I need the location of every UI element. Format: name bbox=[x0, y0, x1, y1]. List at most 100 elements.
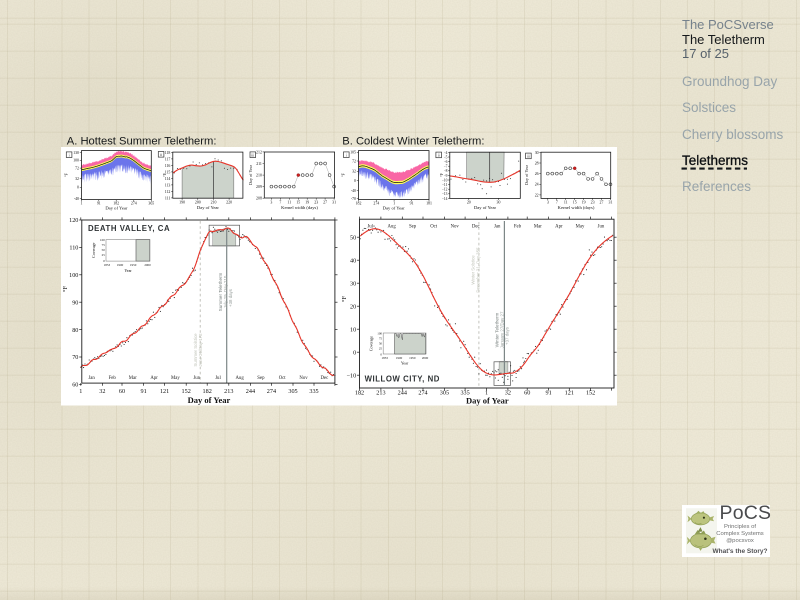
svg-text:28: 28 bbox=[535, 161, 539, 165]
svg-text:Jun: Jun bbox=[193, 376, 200, 381]
svg-text:32: 32 bbox=[99, 388, 105, 395]
svg-text:60: 60 bbox=[119, 388, 125, 395]
svg-text:Day of Year: Day of Year bbox=[105, 206, 128, 211]
svg-text:118: 118 bbox=[165, 151, 171, 155]
svg-text:-70: -70 bbox=[351, 197, 356, 201]
svg-text:182: 182 bbox=[356, 202, 362, 206]
svg-text:91: 91 bbox=[97, 202, 101, 206]
svg-text:Day of Year: Day of Year bbox=[248, 164, 253, 185]
svg-text:1: 1 bbox=[81, 202, 83, 206]
svg-text:WILLOW CITY, ND: WILLOW CITY, ND bbox=[365, 374, 440, 383]
svg-text:Jul: Jul bbox=[367, 225, 373, 230]
svg-text:210: 210 bbox=[256, 174, 262, 178]
svg-text:-40: -40 bbox=[74, 197, 79, 201]
svg-text:Day of Year: Day of Year bbox=[197, 205, 220, 210]
svg-text:Mar: Mar bbox=[129, 376, 137, 381]
svg-text:A. Hottest Summer Teletherm:: A. Hottest Summer Teletherm: bbox=[67, 135, 217, 147]
svg-text:Mar: Mar bbox=[534, 225, 542, 230]
svg-text:91: 91 bbox=[410, 202, 414, 206]
svg-text:19: 19 bbox=[305, 201, 309, 205]
svg-text:105: 105 bbox=[350, 151, 356, 155]
svg-text:1: 1 bbox=[79, 388, 82, 395]
svg-text:−13: −13 bbox=[442, 192, 448, 196]
svg-text:305: 305 bbox=[288, 388, 297, 395]
svg-text:10: 10 bbox=[350, 326, 356, 333]
svg-text:3: 3 bbox=[547, 201, 549, 205]
svg-text:iii: iii bbox=[251, 153, 254, 157]
svg-text:0: 0 bbox=[354, 179, 356, 183]
svg-text:°F: °F bbox=[62, 286, 69, 293]
svg-text:274: 274 bbox=[418, 390, 427, 397]
svg-text:22: 22 bbox=[535, 193, 539, 197]
svg-text:116: 116 bbox=[165, 164, 171, 168]
svg-text:25: 25 bbox=[102, 253, 106, 257]
svg-text:1900: 1900 bbox=[117, 263, 124, 267]
svg-text:100: 100 bbox=[69, 272, 78, 279]
svg-text:Day of Year: Day of Year bbox=[466, 395, 509, 405]
svg-text:32: 32 bbox=[352, 170, 356, 174]
svg-text:100: 100 bbox=[73, 159, 79, 163]
svg-text:274: 274 bbox=[373, 202, 379, 206]
svg-text:Sep: Sep bbox=[409, 225, 417, 230]
svg-text:365: 365 bbox=[148, 202, 154, 206]
svg-text:Year: Year bbox=[124, 268, 132, 273]
svg-text:23: 23 bbox=[591, 201, 595, 205]
svg-text:0: 0 bbox=[77, 186, 79, 190]
svg-text:31: 31 bbox=[609, 201, 613, 205]
svg-text:Sep: Sep bbox=[257, 376, 265, 381]
svg-text:208: 208 bbox=[256, 197, 262, 201]
svg-text:2000: 2000 bbox=[422, 356, 429, 360]
svg-text:+38 days: +38 days bbox=[228, 288, 233, 307]
svg-text:−14: −14 bbox=[442, 197, 448, 201]
svg-text:213: 213 bbox=[224, 388, 233, 395]
svg-text:−10: −10 bbox=[347, 372, 357, 379]
svg-text:50: 50 bbox=[102, 248, 106, 252]
svg-text:60: 60 bbox=[72, 382, 78, 389]
svg-text:75: 75 bbox=[379, 336, 383, 340]
svg-text:91: 91 bbox=[546, 390, 552, 397]
svg-text:Day of Year: Day of Year bbox=[474, 205, 497, 210]
svg-text:−8: −8 bbox=[444, 169, 448, 173]
svg-text:274: 274 bbox=[267, 388, 276, 395]
svg-text:Apr: Apr bbox=[555, 225, 563, 230]
svg-text:1853: 1853 bbox=[382, 356, 389, 360]
svg-text:Jan: Jan bbox=[494, 225, 501, 230]
svg-text:May: May bbox=[171, 376, 180, 381]
svg-text:3: 3 bbox=[270, 201, 272, 205]
svg-text:31: 31 bbox=[332, 201, 336, 205]
svg-text:Aug: Aug bbox=[235, 376, 244, 381]
svg-text:121: 121 bbox=[565, 390, 574, 397]
svg-text:244: 244 bbox=[246, 388, 255, 395]
svg-text:ii: ii bbox=[438, 154, 440, 158]
svg-text:11: 11 bbox=[564, 201, 568, 205]
svg-text:112: 112 bbox=[165, 190, 171, 194]
svg-text:i: i bbox=[346, 153, 347, 157]
svg-text:Coverage: Coverage bbox=[91, 242, 96, 258]
svg-text:27: 27 bbox=[323, 201, 327, 205]
svg-text:26: 26 bbox=[535, 172, 539, 176]
svg-text:Day of Year: Day of Year bbox=[383, 206, 406, 211]
svg-text:30: 30 bbox=[497, 201, 501, 205]
svg-text:100: 100 bbox=[377, 331, 382, 335]
svg-text:Dec: Dec bbox=[321, 376, 329, 381]
svg-text:−10: −10 bbox=[442, 178, 448, 182]
svg-text:Kernel width (days): Kernel width (days) bbox=[558, 205, 595, 210]
svg-text:°F: °F bbox=[341, 172, 346, 177]
svg-text:305: 305 bbox=[440, 390, 449, 397]
svg-text:213: 213 bbox=[376, 390, 385, 397]
svg-text:335: 335 bbox=[309, 388, 318, 395]
svg-text:24: 24 bbox=[535, 183, 539, 187]
svg-text:75: 75 bbox=[102, 243, 106, 247]
svg-text:181: 181 bbox=[426, 202, 432, 206]
svg-text:Nov: Nov bbox=[451, 225, 460, 230]
svg-text:274: 274 bbox=[131, 202, 137, 206]
svg-text:Jun: Jun bbox=[598, 225, 605, 230]
svg-text:°F: °F bbox=[341, 296, 348, 303]
svg-text:25: 25 bbox=[379, 347, 383, 351]
svg-text:182: 182 bbox=[203, 388, 212, 395]
svg-text:B. Coldest Winter Teletherm:: B. Coldest Winter Teletherm: bbox=[342, 136, 484, 148]
svg-text:11: 11 bbox=[287, 201, 291, 205]
svg-text:ii: ii bbox=[160, 153, 162, 157]
svg-text:80: 80 bbox=[72, 327, 78, 334]
svg-text:December 21, Day 355: December 21, Day 355 bbox=[476, 247, 481, 293]
